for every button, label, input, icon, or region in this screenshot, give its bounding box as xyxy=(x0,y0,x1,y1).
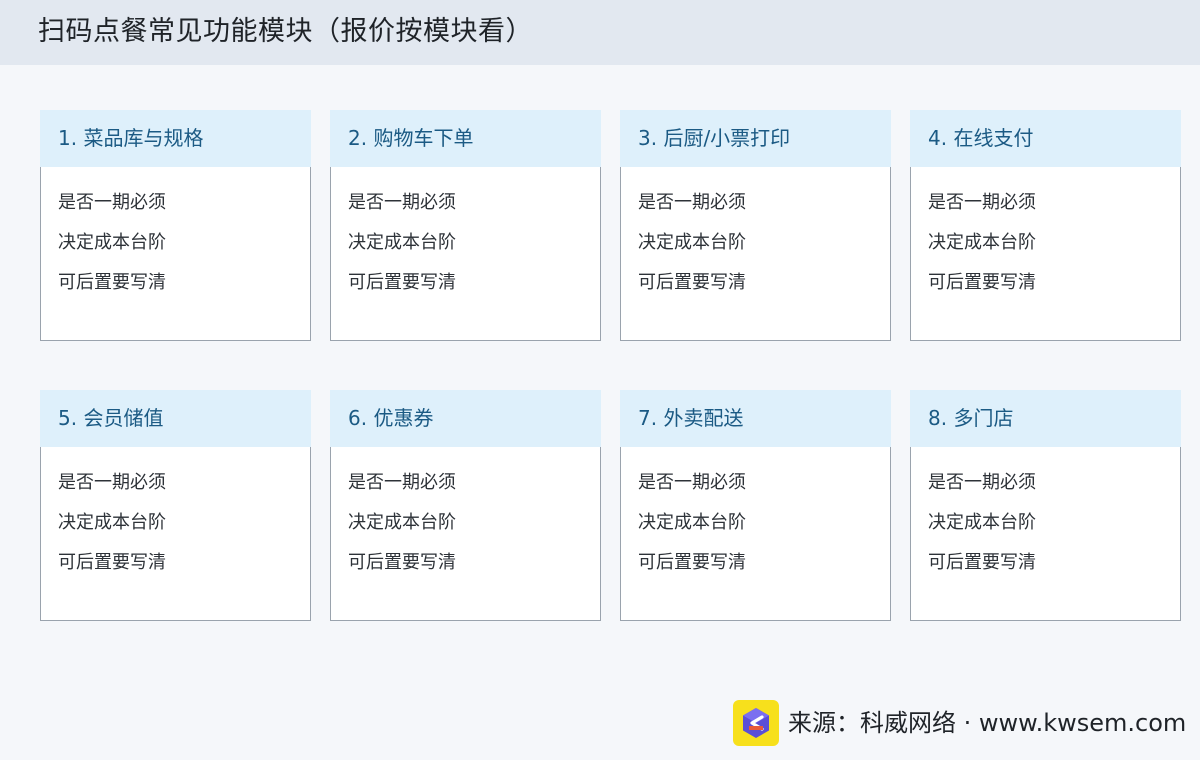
module-note: 是否一期必须 xyxy=(348,472,456,493)
module-title: 2. 购物车下单 xyxy=(348,126,474,150)
module-title: 6. 优惠券 xyxy=(348,406,434,430)
module-card-1: 1. 菜品库与规格 是否一期必须 决定成本台阶 可后置要写清 xyxy=(40,110,311,341)
kwsem-logo-mark xyxy=(743,708,769,738)
module-note: 是否一期必须 xyxy=(638,192,746,213)
module-notes: 是否一期必须 决定成本台阶 可后置要写清 xyxy=(348,472,456,583)
module-title: 8. 多门店 xyxy=(928,406,1014,430)
module-note: 决定成本台阶 xyxy=(58,232,166,253)
module-notes: 是否一期必须 决定成本台阶 可后置要写清 xyxy=(928,192,1036,303)
module-notes: 是否一期必须 决定成本台阶 可后置要写清 xyxy=(638,472,746,583)
module-note: 可后置要写清 xyxy=(58,272,166,293)
module-card-3: 3. 后厨/小票打印 是否一期必须 决定成本台阶 可后置要写清 xyxy=(620,110,891,341)
module-card-header: 2. 购物车下单 xyxy=(330,110,601,167)
module-card-header: 5. 会员储值 xyxy=(40,390,311,447)
module-card-header: 8. 多门店 xyxy=(910,390,1181,447)
module-card-2: 2. 购物车下单 是否一期必须 决定成本台阶 可后置要写清 xyxy=(330,110,601,341)
module-title: 7. 外卖配送 xyxy=(638,406,744,430)
module-notes: 是否一期必须 决定成本台阶 可后置要写清 xyxy=(58,472,166,583)
module-note: 是否一期必须 xyxy=(58,192,166,213)
module-title: 1. 菜品库与规格 xyxy=(58,126,204,150)
module-notes: 是否一期必须 决定成本台阶 可后置要写清 xyxy=(638,192,746,303)
module-note: 决定成本台阶 xyxy=(928,512,1036,533)
module-note: 是否一期必须 xyxy=(58,472,166,493)
module-note: 决定成本台阶 xyxy=(638,232,746,253)
module-note: 可后置要写清 xyxy=(348,552,456,573)
module-card-4: 4. 在线支付 是否一期必须 决定成本台阶 可后置要写清 xyxy=(910,110,1181,341)
module-title: 4. 在线支付 xyxy=(928,126,1034,150)
module-note: 决定成本台阶 xyxy=(928,232,1036,253)
module-note: 是否一期必须 xyxy=(928,192,1036,213)
module-note: 决定成本台阶 xyxy=(348,232,456,253)
module-notes: 是否一期必须 决定成本台阶 可后置要写清 xyxy=(928,472,1036,583)
module-note: 决定成本台阶 xyxy=(348,512,456,533)
module-note: 可后置要写清 xyxy=(348,272,456,293)
module-card-header: 4. 在线支付 xyxy=(910,110,1181,167)
module-title: 3. 后厨/小票打印 xyxy=(638,126,791,150)
source-footer: 来源：科威网络 · www.kwsem.com xyxy=(733,700,1186,746)
module-note: 是否一期必须 xyxy=(638,472,746,493)
source-text: 来源：科威网络 · www.kwsem.com xyxy=(788,709,1187,737)
module-note: 可后置要写清 xyxy=(928,552,1036,573)
module-note: 可后置要写清 xyxy=(928,272,1036,293)
module-card-5: 5. 会员储值 是否一期必须 决定成本台阶 可后置要写清 xyxy=(40,390,311,621)
page-title: 扫码点餐常见功能模块（报价按模块看） xyxy=(38,16,533,47)
module-note: 可后置要写清 xyxy=(638,552,746,573)
module-card-header: 1. 菜品库与规格 xyxy=(40,110,311,167)
module-title: 5. 会员储值 xyxy=(58,406,164,430)
module-card-header: 6. 优惠券 xyxy=(330,390,601,447)
module-note: 决定成本台阶 xyxy=(638,512,746,533)
module-card-8: 8. 多门店 是否一期必须 决定成本台阶 可后置要写清 xyxy=(910,390,1181,621)
module-card-6: 6. 优惠券 是否一期必须 决定成本台阶 可后置要写清 xyxy=(330,390,601,621)
module-note: 是否一期必须 xyxy=(928,472,1036,493)
kwsem-logo-icon xyxy=(733,700,779,746)
module-note: 可后置要写清 xyxy=(638,272,746,293)
page-header: 扫码点餐常见功能模块（报价按模块看） xyxy=(0,0,1200,65)
module-card-header: 3. 后厨/小票打印 xyxy=(620,110,891,167)
module-note: 决定成本台阶 xyxy=(58,512,166,533)
module-note: 是否一期必须 xyxy=(348,192,456,213)
module-card-7: 7. 外卖配送 是否一期必须 决定成本台阶 可后置要写清 xyxy=(620,390,891,621)
module-notes: 是否一期必须 决定成本台阶 可后置要写清 xyxy=(348,192,456,303)
module-notes: 是否一期必须 决定成本台阶 可后置要写清 xyxy=(58,192,166,303)
module-card-header: 7. 外卖配送 xyxy=(620,390,891,447)
module-note: 可后置要写清 xyxy=(58,552,166,573)
